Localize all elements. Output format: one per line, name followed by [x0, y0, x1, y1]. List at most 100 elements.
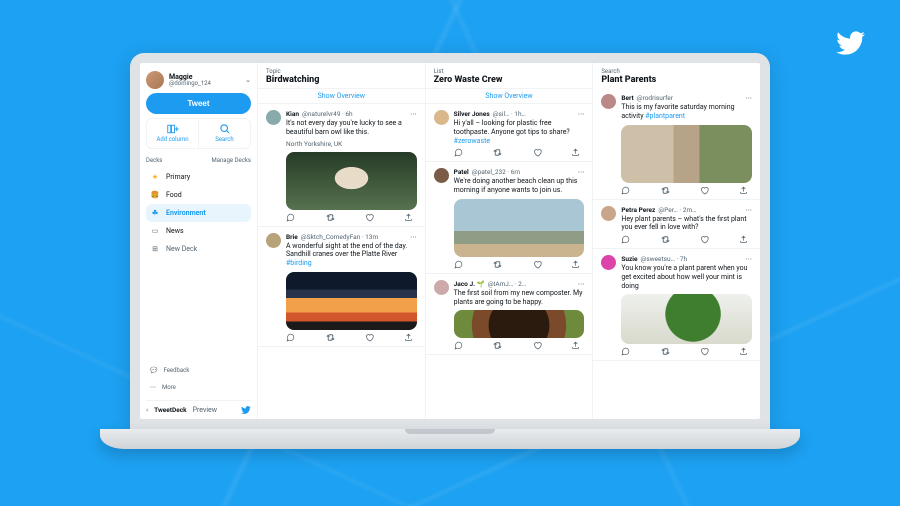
like-button[interactable] — [700, 347, 709, 356]
share-button[interactable] — [571, 148, 580, 157]
tweet-text: Hi y'all – looking for plastic free toot… — [454, 119, 585, 145]
more-link[interactable]: ⋯ More — [146, 381, 251, 394]
show-overview-link[interactable]: Show Overview — [258, 88, 425, 104]
like-button[interactable] — [533, 260, 542, 269]
tweet[interactable]: Kian @naturelvr49 · 6h ⋯ It's not every … — [258, 104, 425, 227]
tweet-handle: @rodrisurfer — [637, 94, 673, 102]
retweet-button[interactable] — [492, 148, 503, 157]
column-title: Zero Waste Crew — [434, 75, 585, 85]
feed: Bert @rodrisurfer ⋯ This is my favorite … — [593, 88, 760, 419]
share-button[interactable] — [571, 341, 580, 350]
show-overview-link[interactable]: Show Overview — [426, 88, 593, 104]
column-header[interactable]: List Zero Waste Crew — [426, 63, 593, 88]
share-button[interactable] — [404, 213, 413, 222]
tweet-author: Petra Perez — [621, 206, 655, 214]
reply-button[interactable] — [621, 347, 630, 356]
tweet-more-icon[interactable]: ⋯ — [410, 233, 417, 241]
tweet[interactable]: Jaco J. 🌱 @IAmJ… · 2… ⋯ The first soil f… — [426, 274, 593, 356]
hashtag[interactable]: #plantparent — [645, 112, 685, 120]
like-button[interactable] — [365, 213, 374, 222]
like-button[interactable] — [533, 341, 542, 350]
like-button[interactable] — [533, 148, 542, 157]
tweet-more-icon[interactable]: ⋯ — [578, 168, 585, 176]
reply-button[interactable] — [286, 213, 295, 222]
search-button[interactable]: Search — [198, 119, 250, 148]
feed: Silver Jones @sil… · 1h… ⋯ Hi y'all – lo… — [426, 104, 593, 419]
share-button[interactable] — [739, 347, 748, 356]
tweet[interactable]: Bert @rodrisurfer ⋯ This is my favorite … — [593, 88, 760, 200]
manage-decks-link[interactable]: Manage Decks — [211, 157, 251, 164]
share-button[interactable] — [571, 260, 580, 269]
column-header[interactable]: Topic Birdwatching — [258, 63, 425, 88]
share-button[interactable] — [404, 333, 413, 342]
account-switcher[interactable]: Maggie @domingo_124 ⌄ — [146, 71, 251, 89]
like-button[interactable] — [365, 333, 374, 342]
reply-button[interactable] — [454, 341, 463, 350]
share-button[interactable] — [739, 186, 748, 195]
chat-icon: 💬 — [150, 367, 157, 374]
tweet-image[interactable] — [286, 272, 417, 330]
avatar — [434, 110, 449, 125]
tweet-actions — [621, 235, 752, 244]
twitter-bird-icon — [241, 405, 251, 415]
retweet-button[interactable] — [660, 186, 671, 195]
tweet-author: Kian — [286, 110, 299, 118]
hashtag[interactable]: #birding — [286, 259, 312, 267]
tweet-image[interactable] — [454, 310, 585, 338]
reply-button[interactable] — [286, 333, 295, 342]
reply-button[interactable] — [454, 260, 463, 269]
deck-item-environment[interactable]: ☘ Environment — [146, 204, 251, 222]
retweet-button[interactable] — [492, 341, 503, 350]
reply-button[interactable] — [621, 235, 630, 244]
collapse-button[interactable]: ‹ — [146, 406, 148, 414]
brand-label: TweetDeck — [154, 406, 186, 414]
reply-button[interactable] — [454, 148, 463, 157]
reply-button[interactable] — [621, 186, 630, 195]
hashtag[interactable]: #zerowaste — [454, 137, 490, 145]
like-button[interactable] — [700, 186, 709, 195]
tweet-more-icon[interactable]: ⋯ — [746, 94, 753, 102]
tweet-image[interactable] — [621, 294, 752, 344]
tweet[interactable]: Suzie @sweetsu… · 7h ⋯ You know you're a… — [593, 249, 760, 361]
tweet-image[interactable] — [286, 152, 417, 210]
twitter-logo-icon — [836, 28, 866, 58]
tweet-more-icon[interactable]: ⋯ — [746, 206, 753, 214]
tweet-image[interactable] — [621, 125, 752, 183]
add-column-button[interactable]: Add column — [147, 119, 198, 148]
column-kind: Search — [601, 68, 752, 75]
retweet-button[interactable] — [325, 213, 336, 222]
tweet-more-icon[interactable]: ⋯ — [746, 255, 753, 263]
avatar — [601, 206, 616, 221]
tweet-more-icon[interactable]: ⋯ — [578, 280, 585, 288]
avatar — [601, 255, 616, 270]
feed: Kian @naturelvr49 · 6h ⋯ It's not every … — [258, 104, 425, 419]
deck-item-food[interactable]: 🍔 Food — [146, 186, 251, 204]
column: Topic BirdwatchingShow Overview Kian @na… — [258, 63, 426, 419]
like-button[interactable] — [700, 235, 709, 244]
chevron-down-icon: ⌄ — [245, 76, 251, 84]
feedback-link[interactable]: 💬 Feedback — [146, 364, 251, 377]
search-icon — [220, 124, 230, 134]
tweet[interactable]: Silver Jones @sil… · 1h… ⋯ Hi y'all – lo… — [426, 104, 593, 162]
avatar — [266, 233, 281, 248]
column-header[interactable]: Search Plant Parents — [593, 63, 760, 88]
column: Search Plant Parents Bert @rodrisurfer ⋯… — [593, 63, 760, 419]
tweet-button[interactable]: Tweet — [146, 93, 251, 114]
tweet-more-icon[interactable]: ⋯ — [410, 110, 417, 118]
retweet-button[interactable] — [660, 347, 671, 356]
news-icon: ▭ — [150, 227, 160, 235]
retweet-button[interactable] — [492, 260, 503, 269]
tweet[interactable]: Patel @patel_232 · 6m ⋯ We're doing anot… — [426, 162, 593, 274]
tweet[interactable]: Brie @Sktch_ComedyFan · 13m ⋯ A wonderfu… — [258, 227, 425, 347]
share-button[interactable] — [739, 235, 748, 244]
tweet-text: It's not every day you're lucky to see a… — [286, 119, 417, 137]
tweet-image[interactable] — [454, 199, 585, 257]
retweet-button[interactable] — [325, 333, 336, 342]
tweet[interactable]: Petra Perez @Per… · 2m… ⋯ Hey plant pare… — [593, 200, 760, 250]
deck-item-news[interactable]: ▭ News — [146, 222, 251, 240]
deck-item-new[interactable]: ⊞ New Deck — [146, 240, 251, 258]
retweet-button[interactable] — [660, 235, 671, 244]
deck-item-primary[interactable]: ★ Primary — [146, 168, 251, 186]
tweet-more-icon[interactable]: ⋯ — [578, 110, 585, 118]
column-kind: List — [434, 68, 585, 75]
